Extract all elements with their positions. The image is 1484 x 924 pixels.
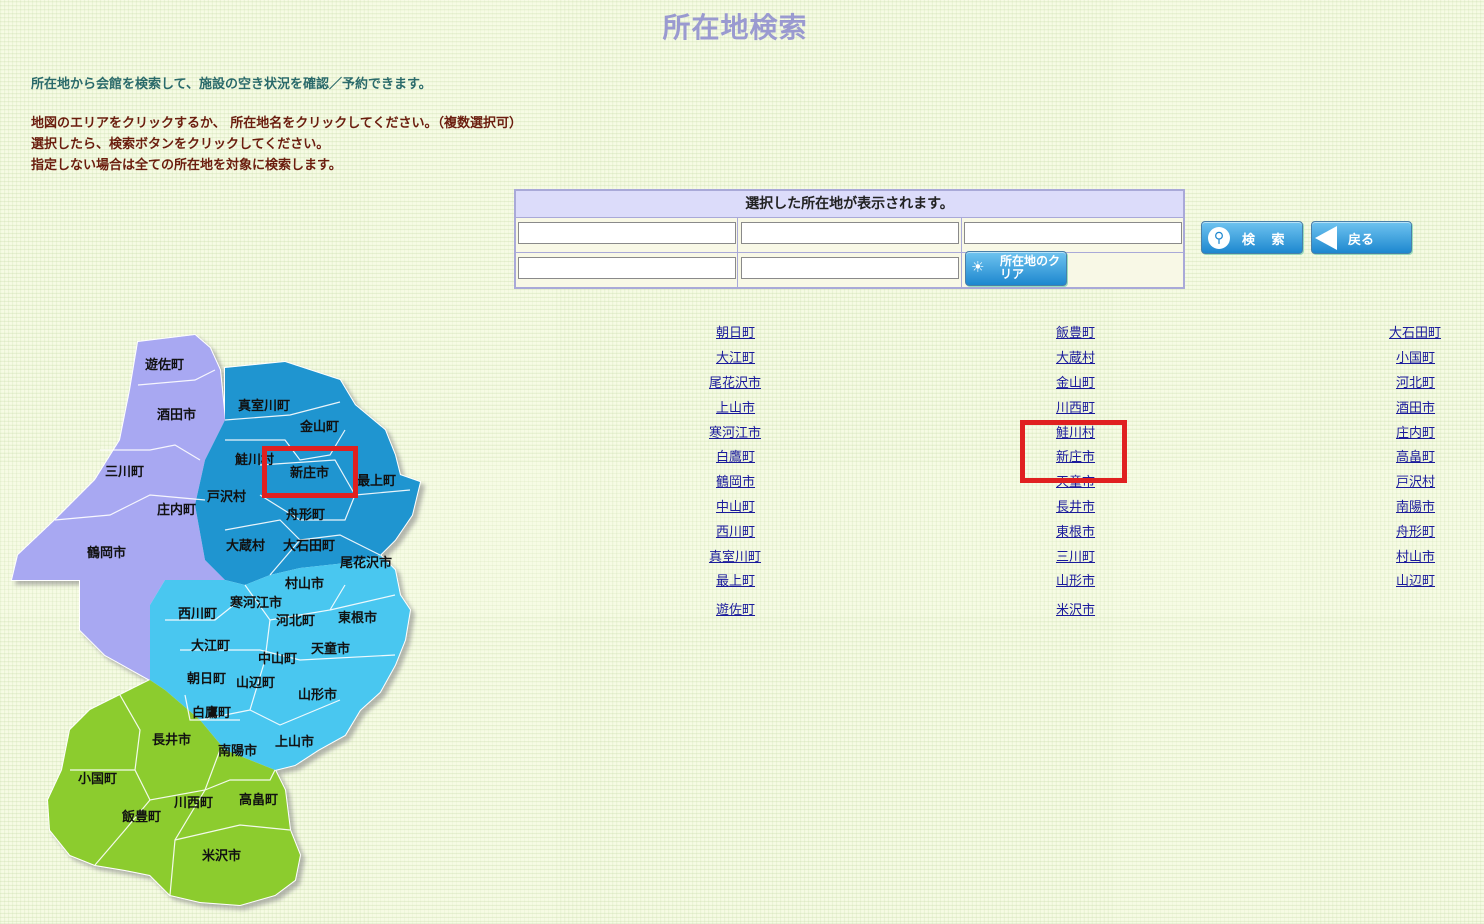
map-label[interactable]: 小国町 bbox=[78, 772, 117, 787]
highlight-box bbox=[1020, 420, 1127, 483]
location-link[interactable]: 飯豊町 bbox=[1056, 322, 1095, 341]
selected-slot[interactable] bbox=[964, 222, 1182, 244]
divider bbox=[737, 218, 738, 289]
map-label[interactable]: 川西町 bbox=[173, 796, 213, 811]
location-link[interactable]: 白鷹町 bbox=[716, 446, 755, 465]
map-label[interactable]: 白鷹町 bbox=[192, 705, 231, 721]
location-link[interactable]: 朝日町 bbox=[716, 322, 755, 341]
location-link[interactable]: 三川町 bbox=[1056, 546, 1095, 565]
map-label[interactable]: 東根市 bbox=[338, 610, 377, 626]
location-link[interactable]: 南陽市 bbox=[1396, 496, 1435, 515]
selected-slot[interactable] bbox=[518, 257, 736, 279]
location-link[interactable]: 上山市 bbox=[716, 397, 755, 416]
location-link[interactable]: 大蔵村 bbox=[1056, 347, 1095, 366]
map-label[interactable]: 上山市 bbox=[275, 734, 314, 750]
location-link[interactable]: 真室川町 bbox=[709, 546, 761, 565]
map-label[interactable]: 高畠町 bbox=[239, 792, 278, 808]
instructions: 地図のエリアをクリックするか、 所在地名をクリックしてください。（複数選択可） … bbox=[31, 113, 522, 176]
back-button-label: 戻る bbox=[1348, 233, 1375, 248]
location-link[interactable]: 東根市 bbox=[1056, 521, 1095, 540]
instruction-line: 選択したら、検索ボタンをクリックしてください。 bbox=[31, 137, 330, 152]
divider bbox=[516, 252, 1183, 253]
back-arrow-icon bbox=[1315, 226, 1337, 250]
back-button[interactable]: 戻る bbox=[1311, 221, 1412, 254]
location-link[interactable]: 金山町 bbox=[1056, 372, 1095, 391]
map-label[interactable]: 米沢市 bbox=[202, 848, 241, 864]
map-label[interactable]: 戸沢村 bbox=[207, 489, 246, 505]
map-label[interactable]: 長井市 bbox=[152, 732, 191, 748]
map-label[interactable]: 中山町 bbox=[258, 651, 297, 667]
selected-slot[interactable] bbox=[741, 222, 959, 244]
map-label[interactable]: 山形市 bbox=[298, 687, 337, 703]
map-label[interactable]: 大江町 bbox=[191, 638, 230, 654]
location-link[interactable]: 最上町 bbox=[716, 570, 755, 589]
map-label[interactable]: 酒田市 bbox=[157, 407, 196, 423]
map-label[interactable]: 飯豊町 bbox=[121, 809, 161, 825]
map-label[interactable]: 寒河江市 bbox=[229, 595, 282, 611]
map-label[interactable]: 庄内町 bbox=[157, 502, 196, 518]
map-label[interactable]: 最上町 bbox=[357, 474, 396, 489]
map-label[interactable]: 遊佐町 bbox=[145, 357, 184, 373]
location-link[interactable]: 山形市 bbox=[1056, 570, 1095, 589]
map-label[interactable]: 天童市 bbox=[311, 641, 350, 657]
map-highlight-box bbox=[262, 446, 358, 498]
location-link[interactable]: 川西町 bbox=[1056, 397, 1095, 416]
sunburst-icon: ☀ bbox=[971, 258, 985, 276]
location-link[interactable]: 寒河江市 bbox=[709, 422, 761, 441]
location-link[interactable]: 山辺町 bbox=[1396, 570, 1435, 589]
location-link[interactable]: 大石田町 bbox=[1389, 322, 1441, 341]
location-link[interactable]: 鶴岡市 bbox=[716, 471, 755, 490]
map-label[interactable]: 大石田町 bbox=[283, 538, 335, 554]
location-link[interactable]: 中山町 bbox=[716, 496, 755, 515]
selected-locations-header: 選択した所在地が表示されます。 bbox=[516, 191, 1183, 218]
divider bbox=[961, 218, 962, 289]
location-link[interactable]: 村山市 bbox=[1396, 546, 1435, 565]
location-link[interactable]: 高畠町 bbox=[1396, 446, 1435, 465]
location-link[interactable]: 大江町 bbox=[716, 347, 755, 366]
map-label[interactable]: 大蔵村 bbox=[226, 538, 265, 554]
prefecture-map-svg: 遊佐町酒田市三川町庄内町鶴岡市真室川町金山町鮭川村新庄市最上町戸沢村舟形町大蔵村… bbox=[10, 333, 422, 907]
location-link[interactable]: 舟形町 bbox=[1396, 521, 1435, 540]
location-link[interactable]: 小国町 bbox=[1396, 347, 1435, 366]
location-link[interactable]: 庄内町 bbox=[1396, 422, 1435, 441]
location-link[interactable]: 西川町 bbox=[716, 521, 755, 540]
map-label[interactable]: 西川町 bbox=[178, 607, 217, 622]
location-link[interactable]: 遊佐町 bbox=[716, 599, 755, 618]
map-label[interactable]: 鶴岡市 bbox=[87, 545, 126, 561]
selected-slot[interactable] bbox=[518, 222, 736, 244]
intro-text: 所在地から会館を検索して、施設の空き状況を確認／予約できます。 bbox=[31, 77, 432, 92]
search-button-label: 検 索 bbox=[1242, 233, 1291, 248]
map-label[interactable]: 南陽市 bbox=[218, 743, 257, 759]
map-label[interactable]: 尾花沢市 bbox=[340, 555, 392, 571]
location-link[interactable]: 酒田市 bbox=[1396, 397, 1435, 416]
location-link[interactable]: 長井市 bbox=[1056, 496, 1095, 515]
clear-locations-button[interactable]: ☀ 所在地のクリア bbox=[965, 251, 1067, 286]
map-label[interactable]: 舟形町 bbox=[286, 507, 325, 523]
clear-locations-label: 所在地のクリア bbox=[1000, 254, 1061, 281]
page-title: 所在地検索 bbox=[662, 11, 808, 44]
map-label[interactable]: 真室川町 bbox=[238, 398, 290, 414]
selected-slot[interactable] bbox=[741, 257, 959, 279]
map-label[interactable]: 河北町 bbox=[276, 613, 315, 629]
search-button[interactable]: ⚲ 検 索 bbox=[1201, 221, 1303, 254]
location-link[interactable]: 戸沢村 bbox=[1396, 471, 1435, 490]
map-label[interactable]: 山辺町 bbox=[236, 675, 275, 691]
location-link[interactable]: 尾花沢市 bbox=[709, 372, 761, 391]
prefecture-map: 遊佐町 酒田市 三川町 庄内町 鶴岡市 真室川町 金山町 鮭川村 新庄市 最上町 戸沢村 舟形町 大蔵村… bbox=[0, 330, 440, 920]
instruction-line: 地図のエリアをクリックするか、 所在地名をクリックしてください。（複数選択可） bbox=[31, 116, 522, 131]
location-link[interactable]: 米沢市 bbox=[1056, 599, 1095, 618]
map-label[interactable]: 金山町 bbox=[299, 419, 339, 435]
map-label[interactable]: 村山市 bbox=[285, 576, 324, 592]
location-link[interactable]: 河北町 bbox=[1396, 372, 1435, 391]
search-icon: ⚲ bbox=[1208, 227, 1230, 249]
map-label[interactable]: 三川町 bbox=[105, 465, 144, 480]
map-label[interactable]: 朝日町 bbox=[187, 671, 226, 687]
selected-locations-panel: 選択した所在地が表示されます。 bbox=[514, 189, 1185, 289]
instruction-line: 指定しない場合は全ての所在地を対象に検索します。 bbox=[31, 158, 342, 173]
